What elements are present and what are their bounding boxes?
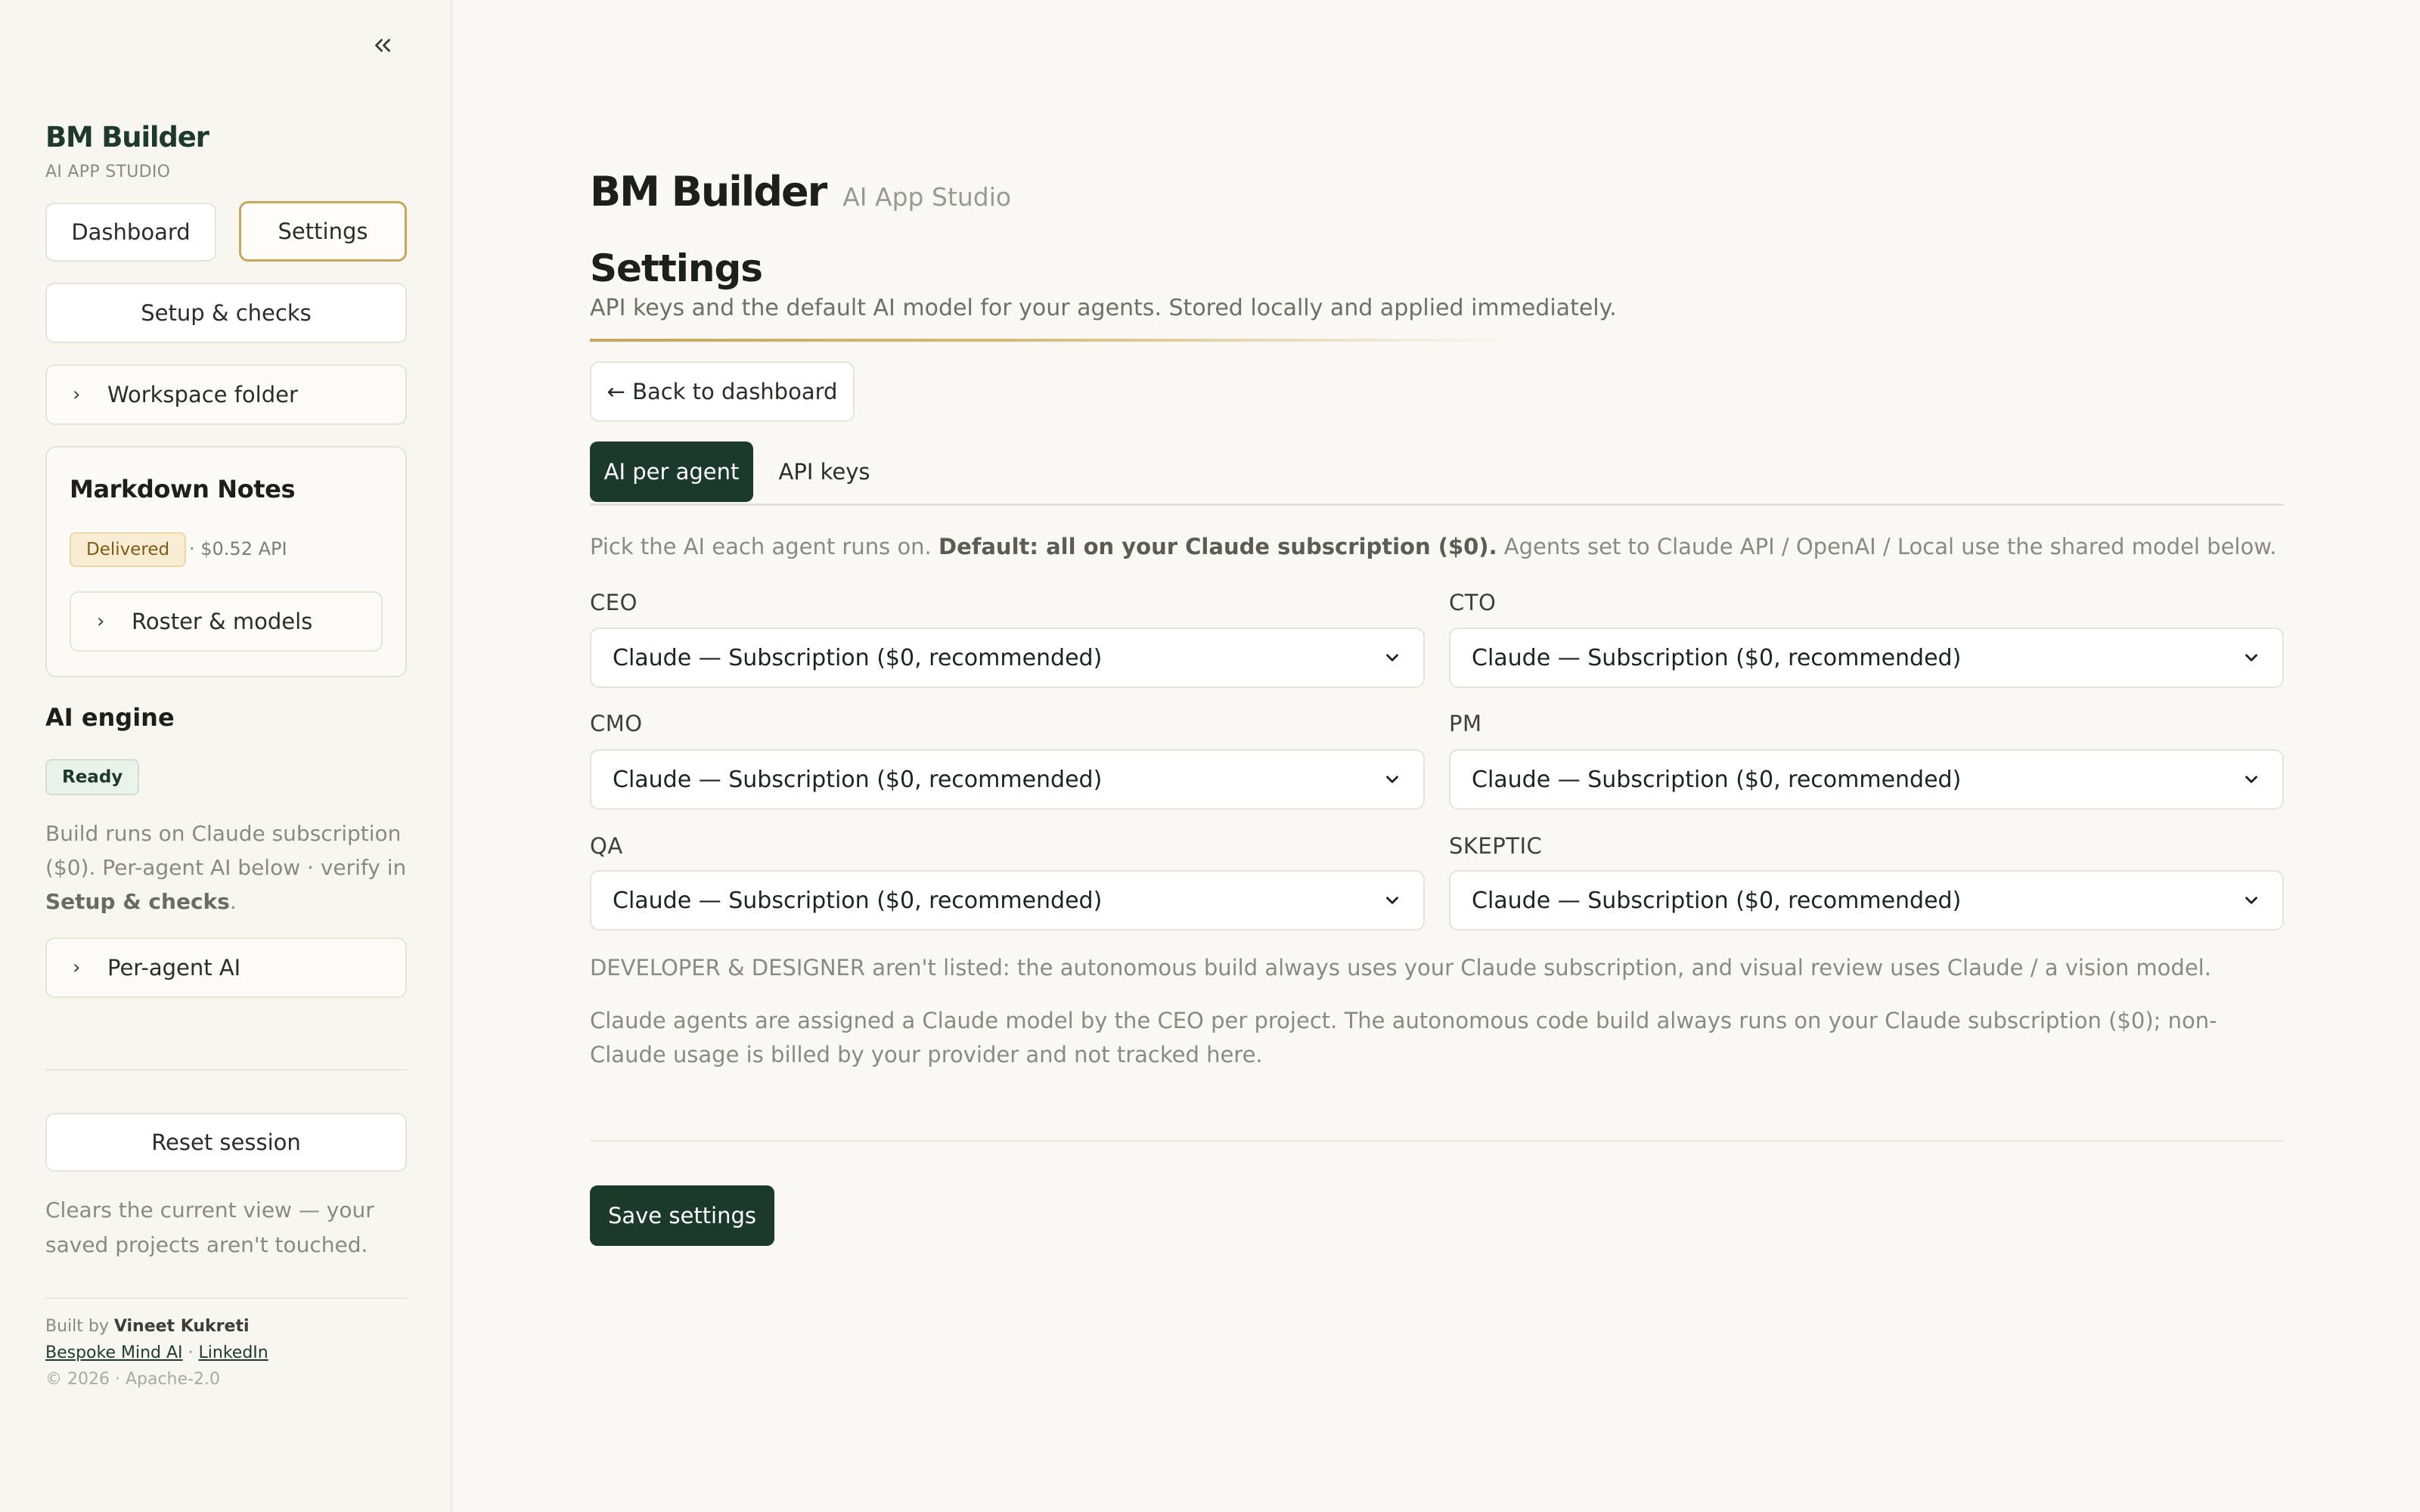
- sidebar-divider: [45, 1069, 407, 1070]
- copyright: © 2026 · Apache-2.0: [45, 1370, 220, 1389]
- credit-line: Built by Vineet Kukreti: [45, 1317, 250, 1336]
- agent-select-skeptic[interactable]: Claude — Subscription ($0, recommended): [1449, 870, 2284, 931]
- chevron-down-icon: [1386, 897, 1398, 904]
- status-badge: Delivered: [70, 532, 187, 567]
- agent-select-ceo[interactable]: Claude — Subscription ($0, recommended): [590, 627, 1425, 688]
- sidebar-brand-title: BM Builder: [45, 121, 209, 153]
- chevron-right-icon: ›: [73, 956, 81, 979]
- agent-select-value: Claude — Subscription ($0, recommended): [613, 644, 1103, 671]
- chevron-right-icon: ›: [97, 610, 105, 633]
- sidebar-brand-subtitle: AI APP STUDIO: [45, 163, 171, 181]
- double-chevron-left-icon: [375, 39, 390, 52]
- ai-engine-description: Build runs on Claude subscription ($0). …: [45, 821, 407, 914]
- roster-models-label: Roster & models: [132, 609, 313, 634]
- default-note: Default: all on your Claude subscription…: [939, 534, 1497, 559]
- sidebar: BM Builder AI APP STUDIO Dashboard Setti…: [0, 0, 452, 1512]
- main-brand-title: BM Builder: [590, 168, 827, 215]
- author-name: Vineet Kukreti: [113, 1317, 250, 1336]
- sidebar-divider: [45, 1297, 407, 1299]
- excluded-agents-note: DEVELOPER & DESIGNER aren't listed: the …: [590, 955, 2211, 981]
- accent-divider: [590, 339, 1512, 342]
- collapse-sidebar-button[interactable]: [361, 27, 404, 64]
- main-brand-subtitle: AI App Studio: [842, 182, 1012, 212]
- per-agent-ai-label: Per-agent AI: [107, 955, 241, 981]
- agent-label-qa: QA: [590, 833, 623, 859]
- back-to-dashboard-button[interactable]: ← Back to dashboard: [590, 361, 855, 422]
- agent-select-qa[interactable]: Claude — Subscription ($0, recommended): [590, 870, 1425, 931]
- save-settings-button[interactable]: Save settings: [590, 1185, 774, 1246]
- chevron-down-icon: [2245, 897, 2257, 904]
- per-agent-ai-toggle[interactable]: › Per-agent AI: [45, 937, 407, 998]
- dashboard-button[interactable]: Dashboard: [45, 203, 216, 262]
- setup-checks-reference: Setup & checks: [45, 889, 230, 914]
- workspace-folder-label: Workspace folder: [107, 382, 298, 407]
- agent-select-cto[interactable]: Claude — Subscription ($0, recommended): [1449, 627, 2284, 688]
- agent-select-value: Claude — Subscription ($0, recommended): [1472, 766, 1962, 793]
- project-name: Markdown Notes: [70, 475, 296, 503]
- reset-session-button[interactable]: Reset session: [45, 1113, 407, 1172]
- project-card: Markdown Notes Delivered · $0.52 API › R…: [45, 446, 407, 677]
- ai-engine-status-badge: Ready: [45, 759, 140, 795]
- setup-checks-button[interactable]: Setup & checks: [45, 283, 407, 343]
- agent-select-value: Claude — Subscription ($0, recommended): [613, 766, 1103, 793]
- agent-instructions: Pick the AI each agent runs on. Default:…: [590, 534, 2277, 559]
- bespoke-mind-link[interactable]: Bespoke Mind AI: [45, 1343, 183, 1362]
- main-divider: [590, 1140, 2284, 1142]
- agent-label-pm: PM: [1449, 711, 1482, 736]
- settings-button[interactable]: Settings: [239, 201, 407, 262]
- workspace-folder-toggle[interactable]: › Workspace folder: [45, 364, 407, 425]
- agent-select-cmo[interactable]: Claude — Subscription ($0, recommended): [590, 749, 1425, 810]
- agent-select-value: Claude — Subscription ($0, recommended): [1472, 887, 1962, 914]
- billing-note: Claude agents are assigned a Claude mode…: [590, 1008, 2217, 1067]
- agent-label-ceo: CEO: [590, 590, 638, 615]
- tab-api-keys[interactable]: API keys: [765, 442, 883, 502]
- reset-session-description: Clears the current view — your saved pro…: [45, 1198, 374, 1257]
- tabs-underline: [590, 503, 2284, 506]
- ai-engine-title: AI engine: [45, 703, 175, 732]
- main-brand: BM Builder AI App Studio: [590, 168, 1011, 215]
- chevron-down-icon: [1386, 776, 1398, 783]
- roster-models-toggle[interactable]: › Roster & models: [70, 591, 383, 652]
- tab-ai-per-agent[interactable]: AI per agent: [590, 442, 753, 502]
- agent-label-cto: CTO: [1449, 590, 1497, 615]
- agent-label-skeptic: SKEPTIC: [1449, 833, 1543, 859]
- project-cost: · $0.52 API: [189, 538, 287, 559]
- page-title: Settings: [590, 246, 763, 290]
- credit-links: Bespoke Mind AI · LinkedIn: [45, 1343, 268, 1362]
- chevron-down-icon: [1386, 654, 1398, 662]
- chevron-down-icon: [2245, 776, 2257, 783]
- agent-select-value: Claude — Subscription ($0, recommended): [1472, 644, 1962, 671]
- agent-label-cmo: CMO: [590, 711, 643, 736]
- agent-select-value: Claude — Subscription ($0, recommended): [613, 887, 1103, 914]
- chevron-down-icon: [2245, 654, 2257, 662]
- agent-select-pm[interactable]: Claude — Subscription ($0, recommended): [1449, 749, 2284, 810]
- chevron-right-icon: ›: [73, 383, 81, 406]
- linkedin-link[interactable]: LinkedIn: [199, 1343, 268, 1362]
- page-subtitle: API keys and the default AI model for yo…: [590, 295, 1617, 321]
